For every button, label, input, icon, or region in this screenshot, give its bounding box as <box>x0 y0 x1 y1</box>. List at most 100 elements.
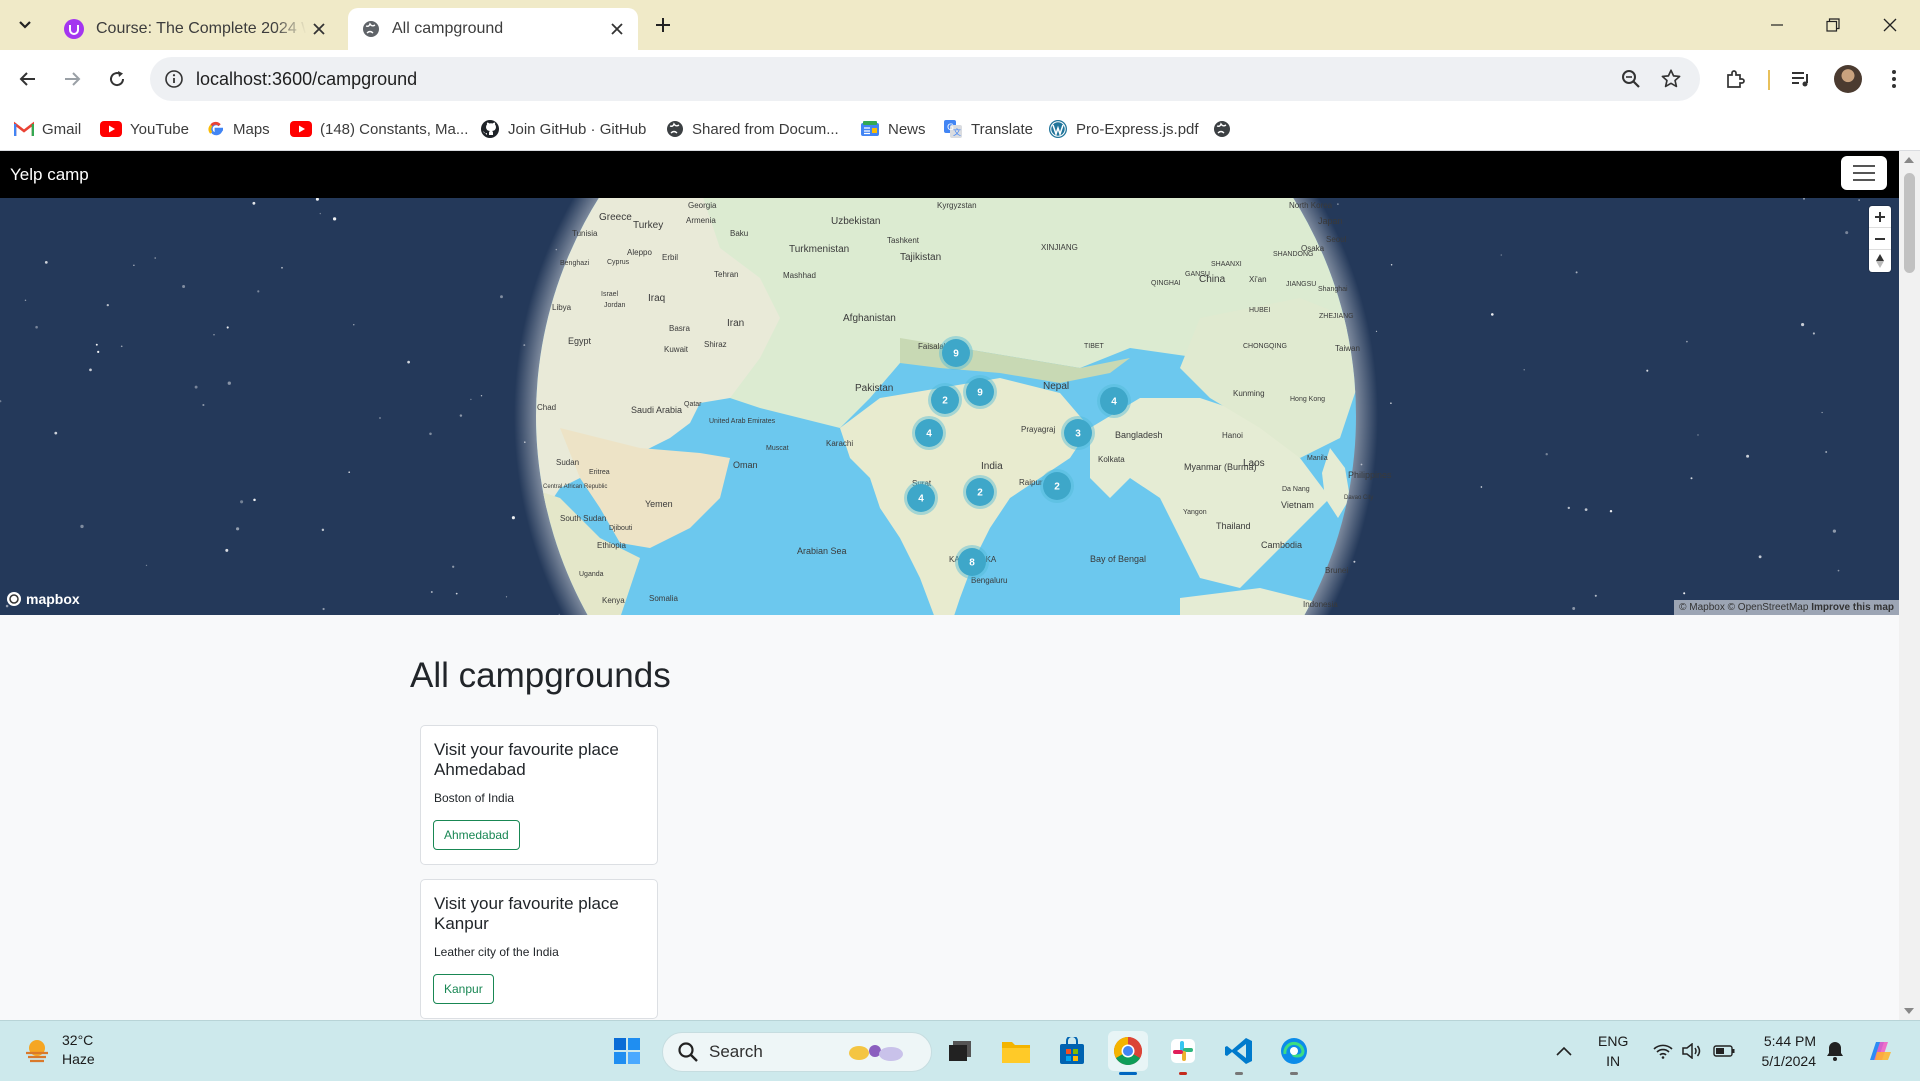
close-icon[interactable] <box>310 20 328 38</box>
copilot-icon <box>1870 1042 1891 1060</box>
back-button[interactable] <box>13 64 43 94</box>
map-label: Afghanistan <box>843 313 896 324</box>
profile-avatar[interactable] <box>1834 65 1862 93</box>
map-label: Thailand <box>1216 521 1251 531</box>
scroll-up-arrow[interactable] <box>1904 157 1914 163</box>
navbar-brand[interactable]: Yelp camp <box>10 165 89 185</box>
cluster-marker[interactable]: 4 <box>912 416 946 450</box>
chrome-button[interactable] <box>1108 1031 1148 1075</box>
volume-status[interactable] <box>1682 1021 1702 1081</box>
bookmark-star-icon[interactable] <box>1660 68 1682 90</box>
cluster-marker[interactable]: 2 <box>928 383 962 417</box>
star <box>80 524 84 529</box>
reload-button[interactable] <box>102 64 132 94</box>
restore-button[interactable] <box>1822 14 1844 36</box>
system-clock[interactable]: 5:44 PM 5/1/2024 <box>1750 1031 1817 1071</box>
file-explorer-button[interactable] <box>996 1031 1036 1071</box>
youtube-icon <box>290 121 312 137</box>
close-icon[interactable] <box>608 20 626 38</box>
view-campground-button[interactable]: Ahmedabad <box>433 820 520 850</box>
attribution-osm[interactable]: © OpenStreetMap <box>1728 602 1809 613</box>
cluster-marker[interactable]: 9 <box>939 336 973 370</box>
cluster-marker[interactable]: 3 <box>1061 416 1095 450</box>
notifications-button[interactable] <box>1826 1021 1844 1081</box>
task-view-button[interactable] <box>940 1031 980 1071</box>
extensions-icon[interactable] <box>1722 66 1748 92</box>
star <box>1375 330 1378 333</box>
show-hidden-icons[interactable] <box>1556 1021 1572 1081</box>
language-indicator[interactable]: ENG IN <box>1598 1031 1628 1071</box>
running-indicator <box>1179 1072 1187 1075</box>
taskbar-search[interactable]: Search <box>662 1032 932 1072</box>
network-status[interactable] <box>1653 1021 1673 1081</box>
bookmark-pro-express[interactable]: Pro-Express.js.pdf <box>1048 118 1199 140</box>
cluster-marker[interactable]: 4 <box>904 481 938 515</box>
close-window-button[interactable] <box>1879 14 1901 36</box>
bookmark-maps[interactable]: Maps <box>207 118 270 140</box>
map-label: Shiraz <box>704 340 727 349</box>
battery-status[interactable] <box>1713 1021 1735 1081</box>
scrollbar-thumb[interactable] <box>1904 173 1915 273</box>
edge-icon <box>1281 1038 1307 1064</box>
cluster-count: 2 <box>942 396 948 407</box>
cluster-map[interactable]: Georgia Kyrgyzstan North Korea Greece Turkey… <box>0 198 1899 615</box>
page-scrollbar[interactable] <box>1899 151 1920 1020</box>
bookmark-github[interactable]: Join GitHub · GitHub <box>480 118 646 140</box>
zoom-out-button[interactable] <box>1869 228 1891 250</box>
vscode-button[interactable] <box>1219 1031 1259 1075</box>
attribution-improve[interactable]: Improve this map <box>1811 602 1894 613</box>
bookmark-shared-doc[interactable]: Shared from Docum... <box>666 118 839 140</box>
bookmark-globe[interactable] <box>1213 118 1239 140</box>
card-description: Leather city of the India <box>434 945 559 959</box>
cluster-marker[interactable]: 2 <box>963 475 997 509</box>
scroll-down-arrow[interactable] <box>1904 1008 1914 1014</box>
cluster-marker[interactable]: 4 <box>1097 384 1131 418</box>
mapbox-logo[interactable]: mapbox <box>6 591 80 607</box>
star <box>257 290 260 293</box>
weather-widget[interactable]: 32°C Haze <box>22 1031 95 1069</box>
tab-search-button[interactable] <box>8 10 42 40</box>
hamburger-icon <box>1853 165 1875 181</box>
cluster-marker[interactable]: 2 <box>1040 469 1074 503</box>
bookmark-gmail[interactable]: Gmail <box>14 118 81 140</box>
tab-all-campground[interactable]: All campground <box>348 8 638 50</box>
attribution-mapbox[interactable]: © Mapbox <box>1679 602 1725 613</box>
cluster-marker[interactable]: 8 <box>955 545 989 579</box>
slack-button[interactable] <box>1163 1031 1203 1075</box>
forward-button[interactable] <box>57 64 87 94</box>
navbar-toggler[interactable] <box>1841 156 1887 190</box>
star <box>1845 231 1849 235</box>
zoom-in-button[interactable] <box>1869 206 1891 228</box>
star <box>1758 555 1762 559</box>
minimize-button[interactable] <box>1766 14 1788 36</box>
copilot-button[interactable] <box>1864 1021 1894 1081</box>
tab-course[interactable]: Course: The Complete 2024 Web <box>50 8 340 50</box>
media-controls-icon[interactable] <box>1788 66 1814 92</box>
bookmark-youtube[interactable]: YouTube <box>100 118 189 140</box>
tab-title: All campground <box>392 20 504 37</box>
toolbar-divider <box>1768 70 1770 90</box>
edge-button[interactable] <box>1274 1031 1314 1075</box>
bookmark-translate[interactable]: G文 Translate <box>943 118 1033 140</box>
map-label: Ethiopia <box>597 541 626 550</box>
view-campground-button[interactable]: Kanpur <box>433 974 494 1004</box>
cluster-marker[interactable]: 9 <box>963 375 997 409</box>
bookmark-youtube-video[interactable]: (148) Constants, Ma... <box>290 118 468 140</box>
address-bar[interactable]: localhost:3600/campground <box>150 57 1700 101</box>
zoom-icon[interactable] <box>1620 68 1642 90</box>
url-text[interactable]: localhost:3600/campground <box>196 69 417 90</box>
map-label: North Korea <box>1289 201 1333 210</box>
map-label: Benghazi <box>560 260 590 267</box>
store-button[interactable] <box>1052 1031 1092 1071</box>
map-label: Tehran <box>714 270 738 279</box>
map-label: Erbil <box>662 253 678 262</box>
compass-button[interactable] <box>1869 250 1891 272</box>
bookmark-news[interactable]: News <box>860 118 926 140</box>
menu-dots-icon[interactable] <box>1881 66 1907 92</box>
star <box>1545 453 1548 456</box>
map-label: Kuwait <box>664 345 689 354</box>
start-button[interactable] <box>607 1031 647 1071</box>
site-info-icon[interactable] <box>164 69 184 89</box>
map-canvas[interactable]: Georgia Kyrgyzstan North Korea GreeceTurkey… <box>0 198 1899 615</box>
new-tab-button[interactable] <box>650 12 676 38</box>
